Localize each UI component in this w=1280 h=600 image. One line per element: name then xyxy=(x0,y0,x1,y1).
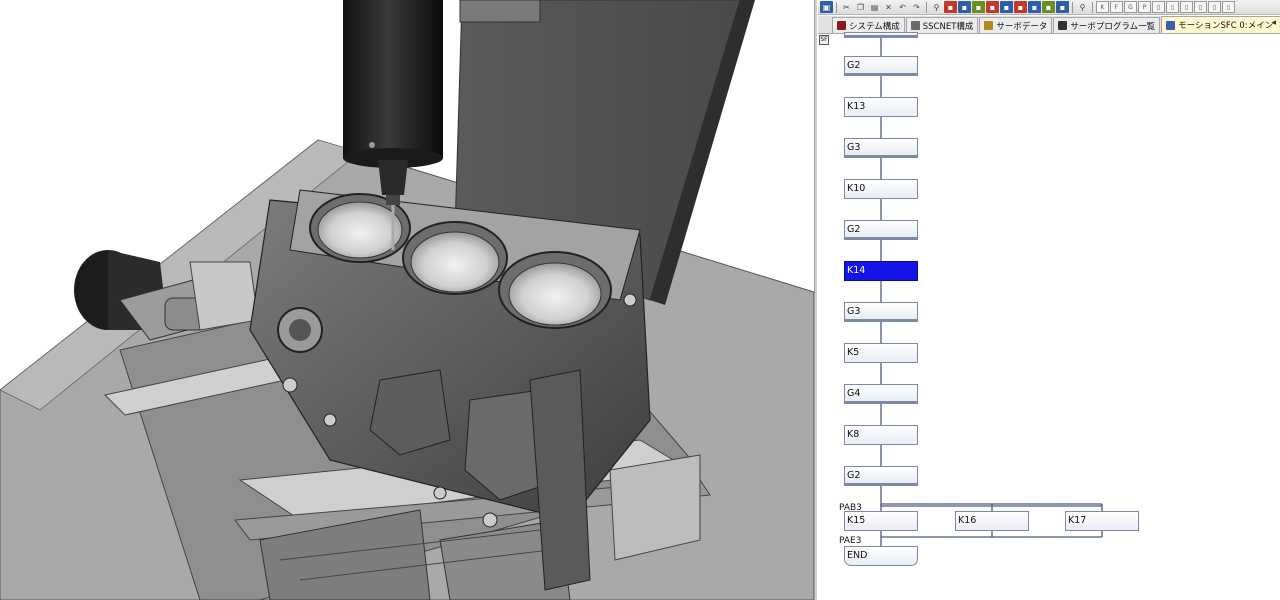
toolbar-icon-1[interactable]: ▣ xyxy=(820,1,833,13)
tab-3[interactable]: サーボプログラム一覧 xyxy=(1053,17,1161,33)
paste-icon[interactable]: ▤ xyxy=(868,1,881,13)
toolbar-separator xyxy=(926,1,927,13)
tab-label: SSCNET構成 xyxy=(922,21,974,32)
tab-4[interactable]: モーションSFC 0:メイン× xyxy=(1161,16,1280,33)
toolbar-box-icon-3[interactable]: G xyxy=(1124,1,1137,13)
binoculars-icon[interactable]: ⚲ xyxy=(930,1,943,13)
tab-label: モーションSFC 0:メイン xyxy=(1178,21,1274,31)
toolbar-box-icon-7[interactable]: ▯ xyxy=(1180,1,1193,13)
sfc-step[interactable]: K13 xyxy=(844,97,918,117)
tab-0[interactable]: システム構成 xyxy=(832,17,905,33)
copy-icon[interactable]: ❐ xyxy=(854,1,867,13)
sfc-step[interactable]: K8 xyxy=(844,425,918,445)
sfc-transition[interactable]: G3 xyxy=(844,138,918,158)
toolbar-icon-10[interactable]: ▪ xyxy=(1056,1,1069,13)
editor-toolbar: ▣ ✂ ❐ ▤ ✕ ↶ ↷ ⚲ ▪ ▪ ▪ ▪ ▪ ▪ ▪ ▪ ▪ ⚲ K F … xyxy=(818,0,1280,15)
tab-label: サーボデータ xyxy=(996,21,1048,32)
sfc-parallel-step[interactable]: K15 xyxy=(844,511,918,531)
redo-icon[interactable]: ↷ xyxy=(910,1,923,13)
tab-icon xyxy=(984,21,994,30)
tab-icon xyxy=(837,21,846,30)
3d-viewport[interactable] xyxy=(0,0,814,600)
toolbar-box-icon-1[interactable]: K xyxy=(1096,1,1109,13)
toolbar-box-icon-8[interactable]: ▯ xyxy=(1194,1,1207,13)
toolbar-box-icon-10[interactable]: ▯ xyxy=(1222,1,1235,13)
toolbar-icon-4[interactable]: ▪ xyxy=(972,1,985,13)
toolbar-icon-8[interactable]: ▪ xyxy=(1028,1,1041,13)
toolbar-icon-9[interactable]: ▪ xyxy=(1042,1,1055,13)
sfc-transition[interactable]: G3 xyxy=(844,302,918,322)
toolbar-box-icon-6[interactable]: ▯ xyxy=(1166,1,1179,13)
toolbar-box-icon-4[interactable]: P xyxy=(1138,1,1151,13)
sfc-step[interactable]: K10 xyxy=(844,179,918,199)
sfc-transition[interactable]: G2 xyxy=(844,466,918,486)
sfc-parallel-step[interactable]: K17 xyxy=(1065,511,1139,531)
search-icon[interactable]: ⚲ xyxy=(1076,1,1089,13)
sfc-parallel-end-label: PAE3 xyxy=(839,536,862,546)
sfc-end-step[interactable]: END xyxy=(844,546,918,566)
machine-3d-scene xyxy=(0,0,814,600)
sfc-transition[interactable]: G2 xyxy=(844,56,918,76)
tab-icon xyxy=(1058,21,1068,30)
app-window: ▣ ✂ ❐ ▤ ✕ ↶ ↷ ⚲ ▪ ▪ ▪ ▪ ▪ ▪ ▪ ▪ ▪ ⚲ K F … xyxy=(0,0,1280,600)
tab-label: サーボプログラム一覧 xyxy=(1070,21,1156,32)
toolbar-icon-5[interactable]: ▪ xyxy=(986,1,999,13)
sfc-transition[interactable]: G2 xyxy=(844,220,918,240)
tab-label: システム構成 xyxy=(849,21,900,32)
toolbar-separator xyxy=(836,1,837,13)
tab-icon xyxy=(1166,20,1176,30)
sfc-partial-step[interactable] xyxy=(844,32,918,38)
toolbar-icon-2[interactable]: ▪ xyxy=(944,1,957,13)
tab-2[interactable]: サーボデータ xyxy=(979,17,1053,33)
sfc-step[interactable]: K5 xyxy=(844,343,918,363)
sfc-step[interactable]: K14 xyxy=(844,261,918,281)
sfc-transition[interactable]: G4 xyxy=(844,384,918,404)
toolbar-icon-6[interactable]: ▪ xyxy=(1000,1,1013,13)
sfc-editor-pane: ▣ ✂ ❐ ▤ ✕ ↶ ↷ ⚲ ▪ ▪ ▪ ▪ ▪ ▪ ▪ ▪ ▪ ⚲ K F … xyxy=(818,0,1280,600)
tab-icon xyxy=(910,21,920,30)
toolbar-separator xyxy=(1092,1,1093,13)
tab-1[interactable]: SSCNET構成 xyxy=(905,17,979,33)
toolbar-box-icon-5[interactable]: ▯ xyxy=(1152,1,1165,13)
undo-icon[interactable]: ↶ xyxy=(896,1,909,13)
delete-icon[interactable]: ✕ xyxy=(882,1,895,13)
toolbar-icon-7[interactable]: ▪ xyxy=(1014,1,1027,13)
cut-icon[interactable]: ✂ xyxy=(840,1,853,13)
sfc-diagram-canvas[interactable]: SF G2 K13 G3 K10 G2 K14 G3 K5 G4 K8 G2 PAB3 K15 K16 K1… xyxy=(818,32,1280,600)
tab-scroll-left-icon[interactable]: ◂ xyxy=(1271,18,1276,28)
toolbar-box-icon-2[interactable]: F xyxy=(1110,1,1123,13)
toolbar-box-icon-9[interactable]: ▯ xyxy=(1208,1,1221,13)
sfc-parallel-step[interactable]: K16 xyxy=(955,511,1029,531)
toolbar-icon-3[interactable]: ▪ xyxy=(958,1,971,13)
toolbar-separator xyxy=(1072,1,1073,13)
